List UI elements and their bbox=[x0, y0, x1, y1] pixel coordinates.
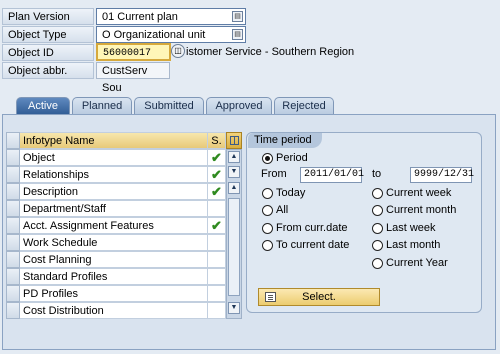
to-label: to bbox=[372, 168, 382, 180]
radio-current-month[interactable]: Current month bbox=[372, 203, 456, 217]
radio-period[interactable]: Period bbox=[262, 151, 308, 165]
status-cell bbox=[208, 234, 226, 251]
infotype-name: Relationships bbox=[20, 166, 208, 183]
radio-current-year[interactable]: Current Year bbox=[372, 256, 448, 270]
row-selector[interactable] bbox=[6, 200, 20, 217]
scroll-down-icon[interactable]: ▼ bbox=[228, 166, 240, 178]
vertical-scrollbar[interactable]: ▲ ▼ ▲ ▼ bbox=[226, 149, 242, 319]
column-header-status[interactable]: S. bbox=[208, 132, 226, 149]
row-selector[interactable] bbox=[6, 234, 20, 251]
status-check-icon: ✔ bbox=[208, 217, 226, 234]
from-date-input[interactable]: 2011/01/01 bbox=[300, 167, 364, 183]
value-help-icon[interactable]: ▤ bbox=[232, 29, 243, 40]
table-row[interactable]: Standard Profiles bbox=[6, 268, 242, 285]
tab-planned[interactable]: Planned bbox=[72, 97, 132, 115]
status-check-icon: ✔ bbox=[208, 149, 226, 166]
status-check-icon: ✔ bbox=[208, 183, 226, 200]
radio-last-month[interactable]: Last month bbox=[372, 238, 440, 252]
infotype-name: Description bbox=[20, 183, 208, 200]
row-selector[interactable] bbox=[6, 302, 20, 319]
value-help-icon[interactable]: ▤ bbox=[232, 11, 243, 22]
object-id-value: 56000017 bbox=[103, 48, 152, 59]
to-date-input[interactable]: 9999/12/31 bbox=[410, 167, 474, 183]
column-settings-icon[interactable] bbox=[226, 132, 242, 149]
object-type-label: Object Type bbox=[2, 26, 94, 43]
table-row[interactable]: PD Profiles bbox=[6, 285, 242, 302]
table-row[interactable]: Work Schedule bbox=[6, 234, 242, 251]
infotype-name: Object bbox=[20, 149, 208, 166]
tab-submitted[interactable]: Submitted bbox=[134, 97, 204, 115]
select-list-icon bbox=[265, 292, 276, 302]
row-selector[interactable] bbox=[6, 268, 20, 285]
infotype-name: Work Schedule bbox=[20, 234, 208, 251]
time-period-title: Time period bbox=[248, 133, 322, 148]
tabstrip: Active Planned Submitted Approved Reject… bbox=[6, 97, 496, 115]
object-id-label: Object ID bbox=[2, 44, 94, 61]
infotype-name: Cost Planning bbox=[20, 251, 208, 268]
row-selector[interactable] bbox=[6, 217, 20, 234]
infotype-name: PD Profiles bbox=[20, 285, 208, 302]
column-header-infotype-name[interactable]: Infotype Name bbox=[20, 132, 208, 149]
tab-approved[interactable]: Approved bbox=[206, 97, 272, 115]
scroll-thumb[interactable] bbox=[228, 198, 240, 296]
row-selector[interactable] bbox=[6, 183, 20, 200]
table-row[interactable]: Acct. Assignment Features ✔ bbox=[6, 217, 242, 234]
infotype-name: Department/Staff bbox=[20, 200, 208, 217]
scroll-up-icon[interactable]: ▲ bbox=[228, 151, 240, 163]
select-button-label: Select. bbox=[302, 291, 336, 303]
status-cell bbox=[208, 200, 226, 217]
table-row[interactable]: Object ✔ bbox=[6, 149, 242, 166]
row-selector[interactable] bbox=[6, 149, 20, 166]
status-check-icon: ✔ bbox=[208, 166, 226, 183]
radio-to-current-date[interactable]: To current date bbox=[262, 238, 349, 252]
table-row[interactable]: Cost Distribution bbox=[6, 302, 242, 319]
select-all-cell[interactable] bbox=[6, 132, 20, 149]
radio-from-curr-date[interactable]: From curr.date bbox=[262, 221, 348, 235]
object-description: istomer Service - Southern Region bbox=[186, 46, 355, 58]
search-help-icon[interactable]: ◫ bbox=[171, 44, 185, 58]
infotype-name: Standard Profiles bbox=[20, 268, 208, 285]
object-type-value: O Organizational unit bbox=[102, 29, 206, 41]
infotype-name: Cost Distribution bbox=[20, 302, 208, 319]
select-button[interactable]: Select. bbox=[258, 288, 380, 306]
table-row[interactable]: Cost Planning bbox=[6, 251, 242, 268]
plan-version-value: 01 Current plan bbox=[102, 11, 178, 23]
row-selector[interactable] bbox=[6, 285, 20, 302]
tab-active[interactable]: Active bbox=[16, 97, 70, 115]
object-abbr-label: Object abbr. bbox=[2, 62, 94, 79]
table-row[interactable]: Description ✔ bbox=[6, 183, 242, 200]
object-abbr-field: CustServ Sou bbox=[96, 62, 170, 94]
infotype-name: Acct. Assignment Features bbox=[20, 217, 208, 234]
radio-all[interactable]: All bbox=[262, 203, 288, 217]
tab-rejected[interactable]: Rejected bbox=[274, 97, 334, 115]
table-header: Infotype Name S. bbox=[6, 132, 242, 149]
object-id-field[interactable]: 56000017 bbox=[96, 43, 171, 61]
status-cell bbox=[208, 251, 226, 268]
status-cell bbox=[208, 268, 226, 285]
plan-version-label: Plan Version bbox=[2, 8, 94, 25]
status-cell bbox=[208, 302, 226, 319]
from-label: From bbox=[261, 168, 287, 180]
scroll-page-up-icon[interactable]: ▲ bbox=[228, 182, 240, 194]
radio-last-week[interactable]: Last week bbox=[372, 221, 436, 235]
object-type-select[interactable]: O Organizational unit ▤ bbox=[96, 26, 246, 43]
table-row[interactable]: Relationships ✔ bbox=[6, 166, 242, 183]
scroll-bottom-icon[interactable]: ▼ bbox=[228, 302, 240, 314]
row-selector[interactable] bbox=[6, 251, 20, 268]
row-selector[interactable] bbox=[6, 166, 20, 183]
table-row[interactable]: Department/Staff bbox=[6, 200, 242, 217]
radio-current-week[interactable]: Current week bbox=[372, 186, 451, 200]
status-cell bbox=[208, 285, 226, 302]
radio-today[interactable]: Today bbox=[262, 186, 305, 200]
plan-version-select[interactable]: 01 Current plan ▤ bbox=[96, 8, 246, 25]
